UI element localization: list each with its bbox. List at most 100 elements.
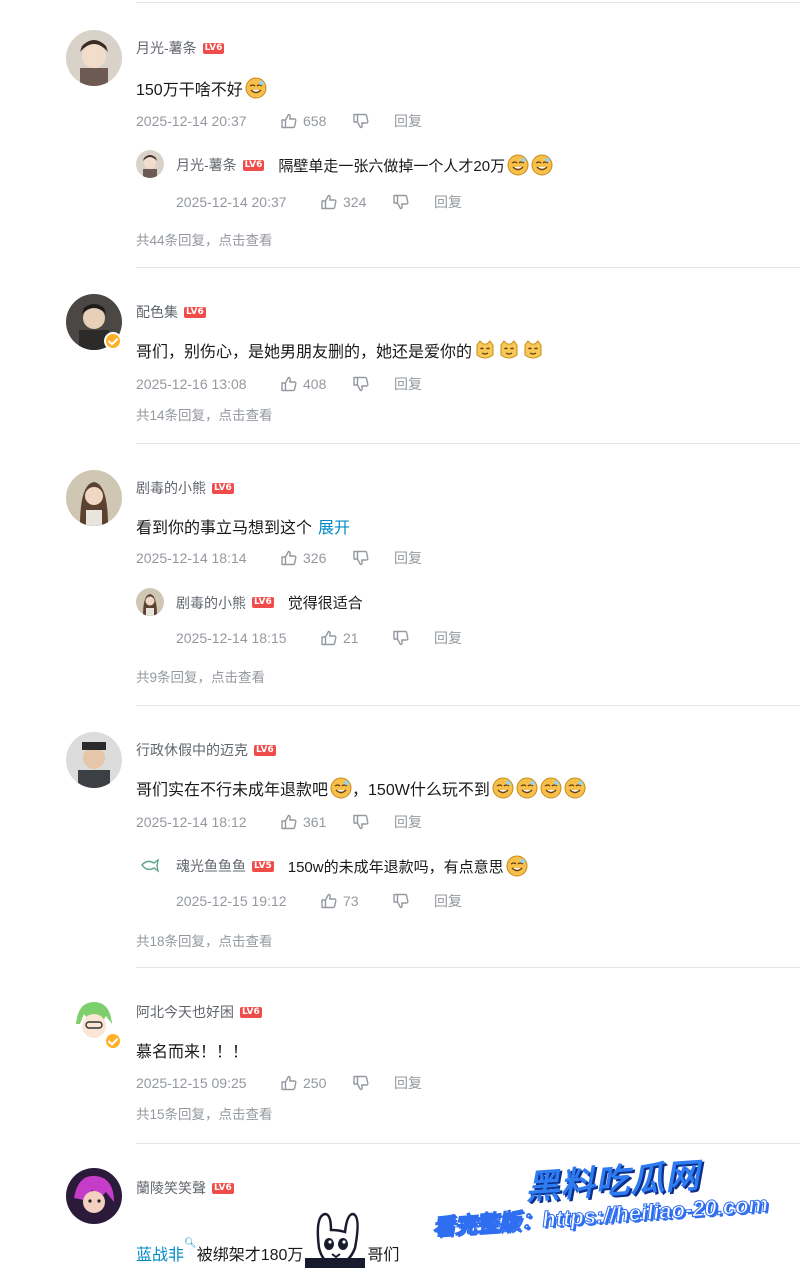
reply-button[interactable]: 回复 (394, 111, 422, 131)
thumb-down-icon (352, 1074, 370, 1092)
mention-link[interactable]: 蓝战非 (136, 1241, 184, 1268)
username[interactable]: 配色集 LV6 (136, 302, 206, 322)
reply-button[interactable]: 回复 (394, 1073, 422, 1093)
comment-text: 慕名而来！！！ (136, 1038, 248, 1062)
watermark-overlay: 黑料吃瓜网 看完整版：https://heiliao-20.com (430, 1142, 800, 1282)
like-button[interactable]: 21 (320, 629, 392, 647)
like-button[interactable]: 324 (320, 193, 392, 211)
avatar[interactable] (66, 470, 122, 526)
dislike-button[interactable] (352, 375, 394, 393)
username[interactable]: 月光-薯条 LV6 (136, 38, 225, 58)
username-text[interactable]: 剧毒的小熊 (136, 478, 206, 498)
dislike-button[interactable] (352, 813, 394, 831)
avatar[interactable] (66, 732, 122, 788)
reply-button[interactable]: 回复 (394, 374, 422, 394)
like-button[interactable]: 658 (280, 112, 352, 130)
like-button[interactable]: 408 (280, 375, 352, 393)
verified-badge-icon (104, 332, 122, 350)
sub-reply: 月光-薯条 LV6 隔壁单走一张六做掉一个人才20万 2025-12-14 20:… (136, 150, 800, 210)
username-text[interactable]: 行政休假中的迈克 (136, 740, 248, 760)
level-badge: LV6 (202, 42, 225, 54)
view-more-replies[interactable]: 共44条回复，点击查看 (136, 229, 273, 249)
search-icon: 🔍︎ (184, 1238, 197, 1249)
username-text[interactable]: 阿北今天也好困 (136, 1002, 234, 1022)
level-badge: LV6 (252, 597, 274, 608)
like-button[interactable]: 250 (280, 1074, 352, 1092)
thumb-up-icon (280, 375, 298, 393)
like-button[interactable]: 73 (320, 892, 392, 910)
timestamp: 2025-12-14 20:37 (136, 113, 247, 129)
thumb-down-icon (352, 375, 370, 393)
comment-meta: 2025-12-15 09:25 250 回复 (136, 1073, 422, 1093)
like-count: 73 (343, 893, 359, 909)
thumb-up-icon (320, 629, 338, 647)
view-more-replies[interactable]: 共18条回复，点击查看 (136, 930, 273, 950)
cat-emoji-icon (522, 339, 544, 361)
level-badge: LV5 (252, 860, 274, 872)
like-count: 326 (303, 550, 327, 566)
username-text[interactable]: 月光-薯条 (136, 38, 197, 58)
like-button[interactable]: 326 (280, 549, 352, 567)
reply-button[interactable]: 回复 (434, 628, 462, 648)
level-badge: LV6 (184, 306, 206, 318)
dislike-button[interactable] (352, 549, 394, 567)
dislike-button[interactable] (352, 1074, 394, 1092)
comment-item: 剧毒的小熊 LV6 看到你的事立马想到这个 展开 2025-12-14 18:14… (0, 444, 800, 706)
username-text[interactable]: 剧毒的小熊 (176, 593, 246, 613)
doge-emoji-icon (245, 77, 267, 99)
avatar[interactable] (136, 588, 164, 616)
view-more-replies[interactable]: 共14条回复，点击查看 (136, 404, 273, 424)
reply-text: 150w的未成年退款吗，有点意思 (288, 855, 528, 877)
view-more-replies[interactable]: 共9条回复，点击查看 (136, 666, 265, 686)
reply-text-content: 觉得很适合 (287, 595, 363, 612)
avatar[interactable] (136, 851, 164, 879)
comment-text-content: ，150W什么玩不到 (352, 782, 490, 799)
reply-button[interactable]: 回复 (434, 192, 462, 212)
comment-text: 哥们实在不行未成年退款吧 ，150W什么玩不到 (136, 776, 586, 800)
expand-link[interactable]: 展开 (318, 514, 350, 538)
reply-text-content: 150w的未成年退款吗，有点意思 (287, 858, 504, 876)
thumb-down-icon (392, 892, 410, 910)
avatar[interactable] (136, 150, 164, 178)
thumb-up-icon (280, 813, 298, 831)
thumb-down-icon (352, 549, 370, 567)
username-text[interactable]: 蘭陵笑笑聲 (136, 1178, 206, 1198)
comment-text-content: 哥们实在不行未成年退款吧 (136, 782, 329, 799)
timestamp: 2025-12-15 09:25 (136, 1075, 247, 1091)
like-button[interactable]: 361 (280, 813, 352, 831)
username-text[interactable]: 配色集 (136, 302, 178, 322)
dislike-button[interactable] (392, 892, 434, 910)
username[interactable]: 蘭陵笑笑聲 LV6 (136, 1178, 234, 1198)
dislike-button[interactable] (392, 629, 434, 647)
level-badge: LV6 (212, 482, 234, 494)
username-text[interactable]: 魂光鱼鱼鱼 (176, 856, 246, 876)
thumb-up-icon (280, 549, 298, 567)
reply-button[interactable]: 回复 (394, 812, 422, 832)
timestamp: 2025-12-14 18:15 (176, 630, 287, 646)
comment-text-content: 被绑架才180万 (196, 1247, 304, 1264)
username-text[interactable]: 月光-薯条 (176, 155, 237, 175)
username[interactable]: 剧毒的小熊 LV6 (136, 478, 234, 498)
thumb-down-icon (352, 112, 370, 130)
like-count: 21 (343, 630, 359, 646)
level-badge: LV6 (254, 744, 276, 756)
view-more-replies[interactable]: 共15条回复，点击查看 (136, 1103, 273, 1123)
reply-button[interactable]: 回复 (434, 891, 462, 911)
reply-meta: 2025-12-15 19:12 73 回复 (176, 891, 462, 911)
thumb-down-icon (392, 193, 410, 211)
avatar[interactable] (66, 30, 122, 86)
avatar[interactable] (66, 1168, 122, 1224)
comment-meta: 2025-12-16 13:08 408 回复 (136, 374, 422, 394)
username[interactable]: 阿北今天也好困 LV6 (136, 1002, 262, 1022)
reply-button[interactable]: 回复 (394, 548, 422, 568)
like-count: 658 (303, 113, 327, 129)
level-badge: LV6 (242, 159, 265, 171)
comment-item: 月光-薯条 LV6 150万干啥不好 2025-12-14 20:37 658 回… (0, 0, 800, 268)
cat-emoji-icon (498, 339, 520, 361)
username[interactable]: 行政休假中的迈克 LV6 (136, 740, 276, 760)
level-badge: LV6 (240, 1006, 262, 1018)
comment-meta: 2025-12-14 20:37 658 回复 (136, 111, 422, 131)
comment-item: 阿北今天也好困 LV6 慕名而来！！！ 2025-12-15 09:25 250 … (0, 968, 800, 1144)
dislike-button[interactable] (392, 193, 434, 211)
dislike-button[interactable] (352, 112, 394, 130)
